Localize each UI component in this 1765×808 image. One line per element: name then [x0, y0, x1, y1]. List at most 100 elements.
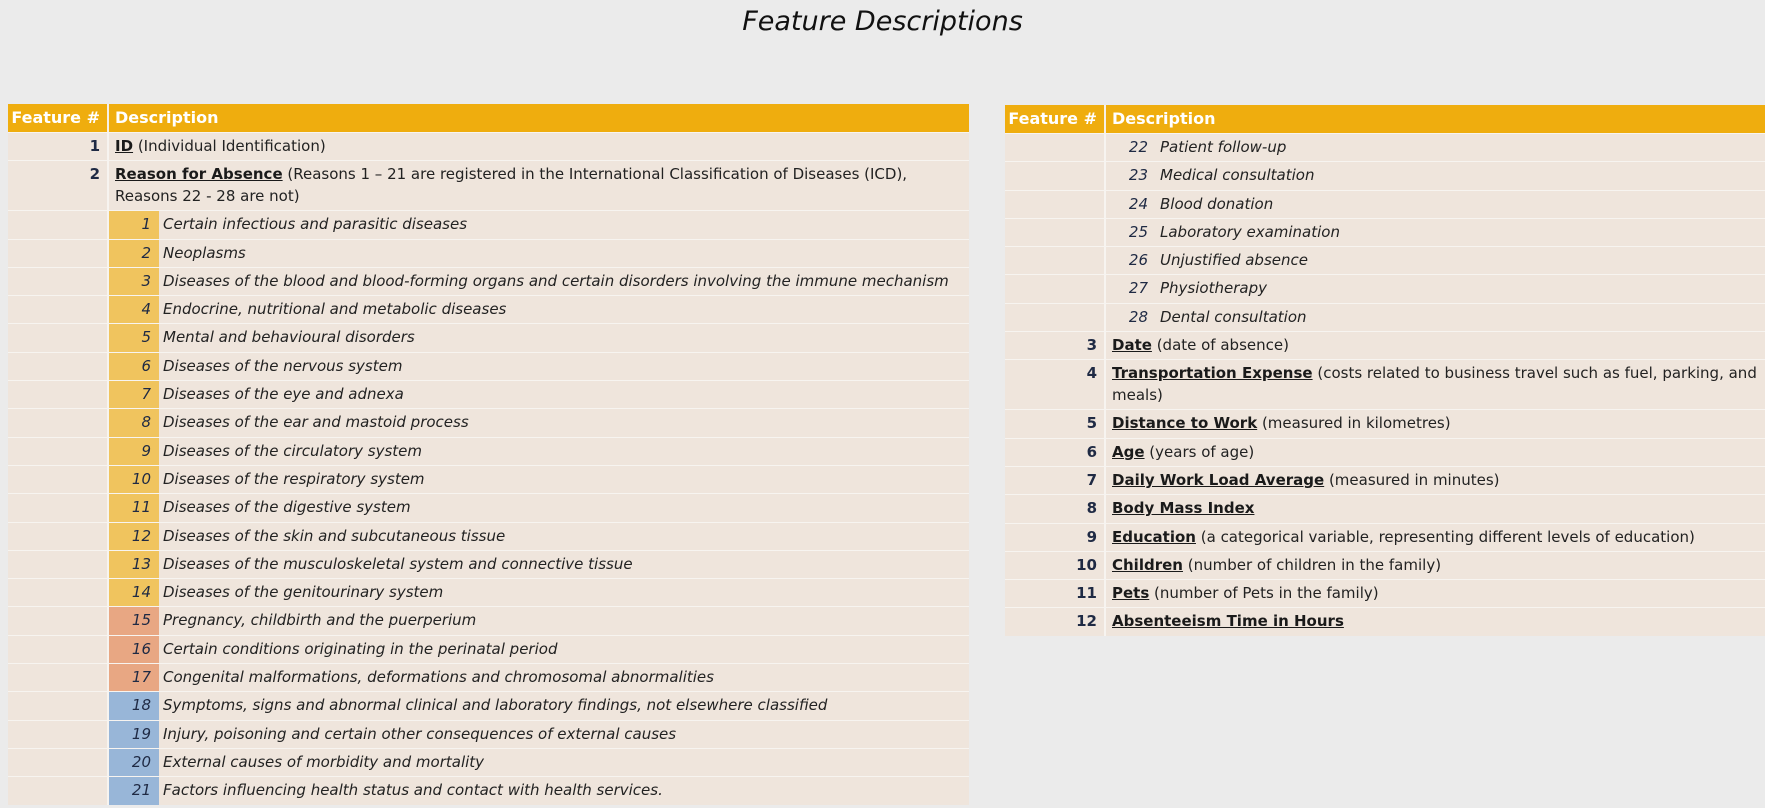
reason-cell: 23 Medical consultation: [1106, 162, 1765, 190]
reason-cell: 18 Symptoms, signs and abnormal clinical …: [109, 692, 969, 720]
reason-row: 1 Certain infectious and parasitic diseas…: [8, 210, 969, 239]
feature-name: Absenteeism Time in Hours: [1112, 612, 1344, 631]
reason-number: 22: [1128, 138, 1148, 156]
page-title: Feature Descriptions: [742, 6, 1023, 37]
reason-number: 6: [109, 352, 159, 381]
reason-row: 27 Physiotherapy: [1005, 274, 1765, 303]
reason-spacer: [8, 437, 109, 465]
feature-row: 11 Pets (number of Pets in the family): [1005, 579, 1765, 608]
reason-number: 12: [109, 522, 159, 550]
feature-description: Date (date of absence): [1106, 332, 1765, 360]
reason-number: 1: [109, 211, 159, 239]
reason-row: 11 Diseases of the digestive system: [8, 493, 969, 522]
reason-cell: 8 Diseases of the ear and mastoid process: [109, 409, 969, 437]
feature-number: 1: [8, 133, 109, 161]
feature-description: ID (Individual Identification): [109, 133, 969, 161]
feature-name: Body Mass Index: [1112, 499, 1255, 518]
reason-spacer: [8, 550, 109, 579]
feature-description: Children (number of children in the fami…: [1106, 551, 1765, 580]
feature-row: 2 Reason for Absence (Reasons 1 – 21 are …: [8, 160, 969, 211]
reason-cell: 14 Diseases of the genitourinary system: [109, 579, 969, 607]
reason-text: Patient follow-up: [1160, 138, 1287, 156]
feature-description: Transportation Expense (costs related to…: [1106, 360, 1765, 410]
reason-text: Diseases of the ear and mastoid process: [163, 413, 469, 432]
header-description: Description: [1112, 109, 1216, 128]
reason-row: 22 Patient follow-up: [1005, 133, 1765, 162]
reason-text: Certain infectious and parasitic disease…: [163, 215, 468, 234]
header-feature-number: Feature #: [1005, 105, 1106, 133]
reason-number: 2: [109, 239, 159, 267]
reason-spacer: [1005, 162, 1106, 190]
reason-number: 21: [109, 777, 159, 805]
feature-description: Age (years of age): [1106, 438, 1765, 466]
reason-spacer: [8, 239, 109, 267]
reason-number: 11: [109, 494, 159, 522]
reason-spacer: [8, 267, 109, 296]
feature-name: Daily Work Load Average: [1112, 470, 1325, 489]
reason-number: 16: [109, 635, 159, 664]
reason-row: 13 Diseases of the musculoskeletal system…: [8, 549, 969, 579]
reason-cell: 4 Endocrine, nutritional and metabolic di…: [109, 296, 969, 324]
reason-text: Unjustified absence: [1160, 251, 1308, 270]
reason-cell: 2 Neoplasms: [109, 239, 969, 267]
reason-spacer: [8, 692, 109, 720]
reason-text: Diseases of the genitourinary system: [163, 583, 444, 602]
reason-cell: 1 Certain infectious and parasitic diseas…: [109, 211, 969, 239]
reason-spacer: [1005, 303, 1106, 332]
reason-cell: 11 Diseases of the digestive system: [109, 494, 969, 522]
feature-number: 4: [1005, 360, 1106, 410]
header-description: Description: [115, 108, 219, 127]
feature-detail: (date of absence): [1151, 336, 1289, 355]
reason-text: Diseases of the digestive system: [163, 498, 411, 517]
reason-row: 24 Blood donation: [1005, 189, 1765, 218]
reason-text: External causes of morbidity and mortali…: [163, 752, 485, 771]
reason-spacer: [1005, 247, 1106, 275]
reason-cell: 15 Pregnancy, childbirth and the puerperi…: [109, 607, 969, 635]
reason-spacer: [8, 352, 109, 381]
reason-spacer: [8, 494, 109, 522]
reason-number: 13: [109, 550, 159, 579]
reason-text: Diseases of the eye and adnexa: [163, 385, 404, 404]
reason-number: 20: [109, 748, 159, 777]
reason-spacer: [8, 381, 109, 409]
feature-row: 4 Transportation Expense (costs related t…: [1005, 359, 1765, 410]
feature-description: Daily Work Load Average (measured in min…: [1106, 466, 1765, 495]
reason-spacer: [1005, 190, 1106, 218]
reason-cell: 12 Diseases of the skin and subcutaneous …: [109, 522, 969, 550]
reason-number: 10: [109, 465, 159, 494]
reason-row: 7 Diseases of the eye and adnexa: [8, 380, 969, 409]
reason-row: 4 Endocrine, nutritional and metabolic di…: [8, 295, 969, 324]
table-header: Feature # Description: [8, 104, 969, 132]
reason-spacer: [8, 748, 109, 777]
header-feature-number: Feature #: [8, 104, 109, 132]
table-header: Feature # Description: [1005, 105, 1765, 133]
reason-number: 15: [109, 607, 159, 635]
reason-text: Blood donation: [1160, 194, 1274, 213]
reason-row: 14 Diseases of the genitourinary system: [8, 578, 969, 607]
reason-row: 12 Diseases of the skin and subcutaneous …: [8, 521, 969, 550]
reason-spacer: [8, 635, 109, 664]
reason-row: 2 Neoplasms: [8, 238, 969, 267]
feature-number: 12: [1005, 608, 1106, 636]
reason-row: 16 Certain conditions originating in the …: [8, 634, 969, 664]
reason-row: 9 Diseases of the circulatory system: [8, 436, 969, 465]
reason-spacer: [8, 720, 109, 748]
reason-text: Certain conditions originating in the pe…: [163, 639, 558, 658]
reason-row: 23 Medical consultation: [1005, 161, 1765, 190]
feature-detail: (years of age): [1144, 442, 1255, 461]
reason-number: 3: [109, 267, 159, 296]
reason-text: Medical consultation: [1160, 166, 1315, 185]
feature-detail: (measured in minutes): [1324, 470, 1500, 489]
reason-spacer: [8, 579, 109, 607]
feature-number: 5: [1005, 410, 1106, 438]
reason-text: Dental consultation: [1160, 307, 1307, 326]
reason-cell: 13 Diseases of the musculoskeletal system…: [109, 550, 969, 579]
reason-text: Diseases of the blood and blood-forming …: [163, 271, 949, 290]
feature-name: ID: [115, 137, 134, 155]
reason-row: 3 Diseases of the blood and blood-forming…: [8, 266, 969, 296]
feature-name: Education: [1112, 527, 1196, 546]
feature-row: 7 Daily Work Load Average (measured in mi…: [1005, 465, 1765, 495]
reason-row: 8 Diseases of the ear and mastoid process: [8, 408, 969, 437]
reason-row: 28 Dental consultation: [1005, 302, 1765, 332]
reason-cell: 5 Mental and behavioural disorders: [109, 324, 969, 352]
